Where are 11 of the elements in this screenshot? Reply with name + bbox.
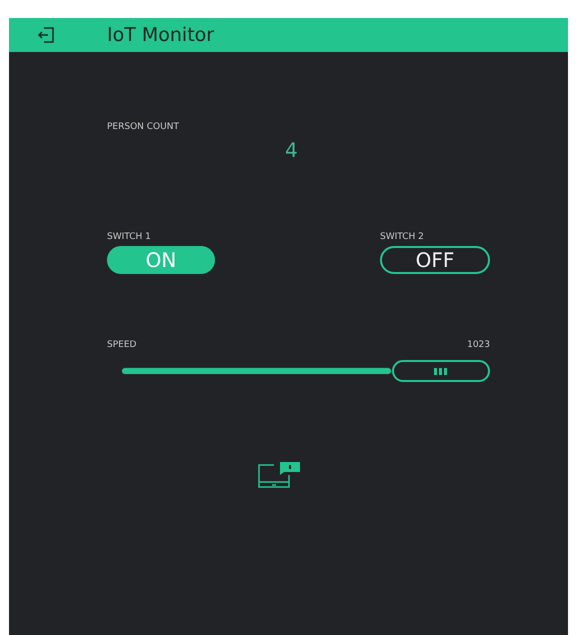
slider-reading: 1023 [467,340,490,350]
app-title: IoT Monitor [107,24,214,46]
switch-label: SWITCH 2 [380,232,425,242]
slider-thumb[interactable] [392,360,490,382]
switch-label: SWITCH 1 [107,232,152,242]
person-count-value: 4 [285,138,298,162]
grip-icon [434,368,448,374]
slider-label: SPEED [107,340,136,350]
person-count-label: PERSON COUNT [107,122,180,132]
toggle-switch[interactable]: OFF [380,246,490,274]
exit-icon[interactable] [37,25,57,45]
